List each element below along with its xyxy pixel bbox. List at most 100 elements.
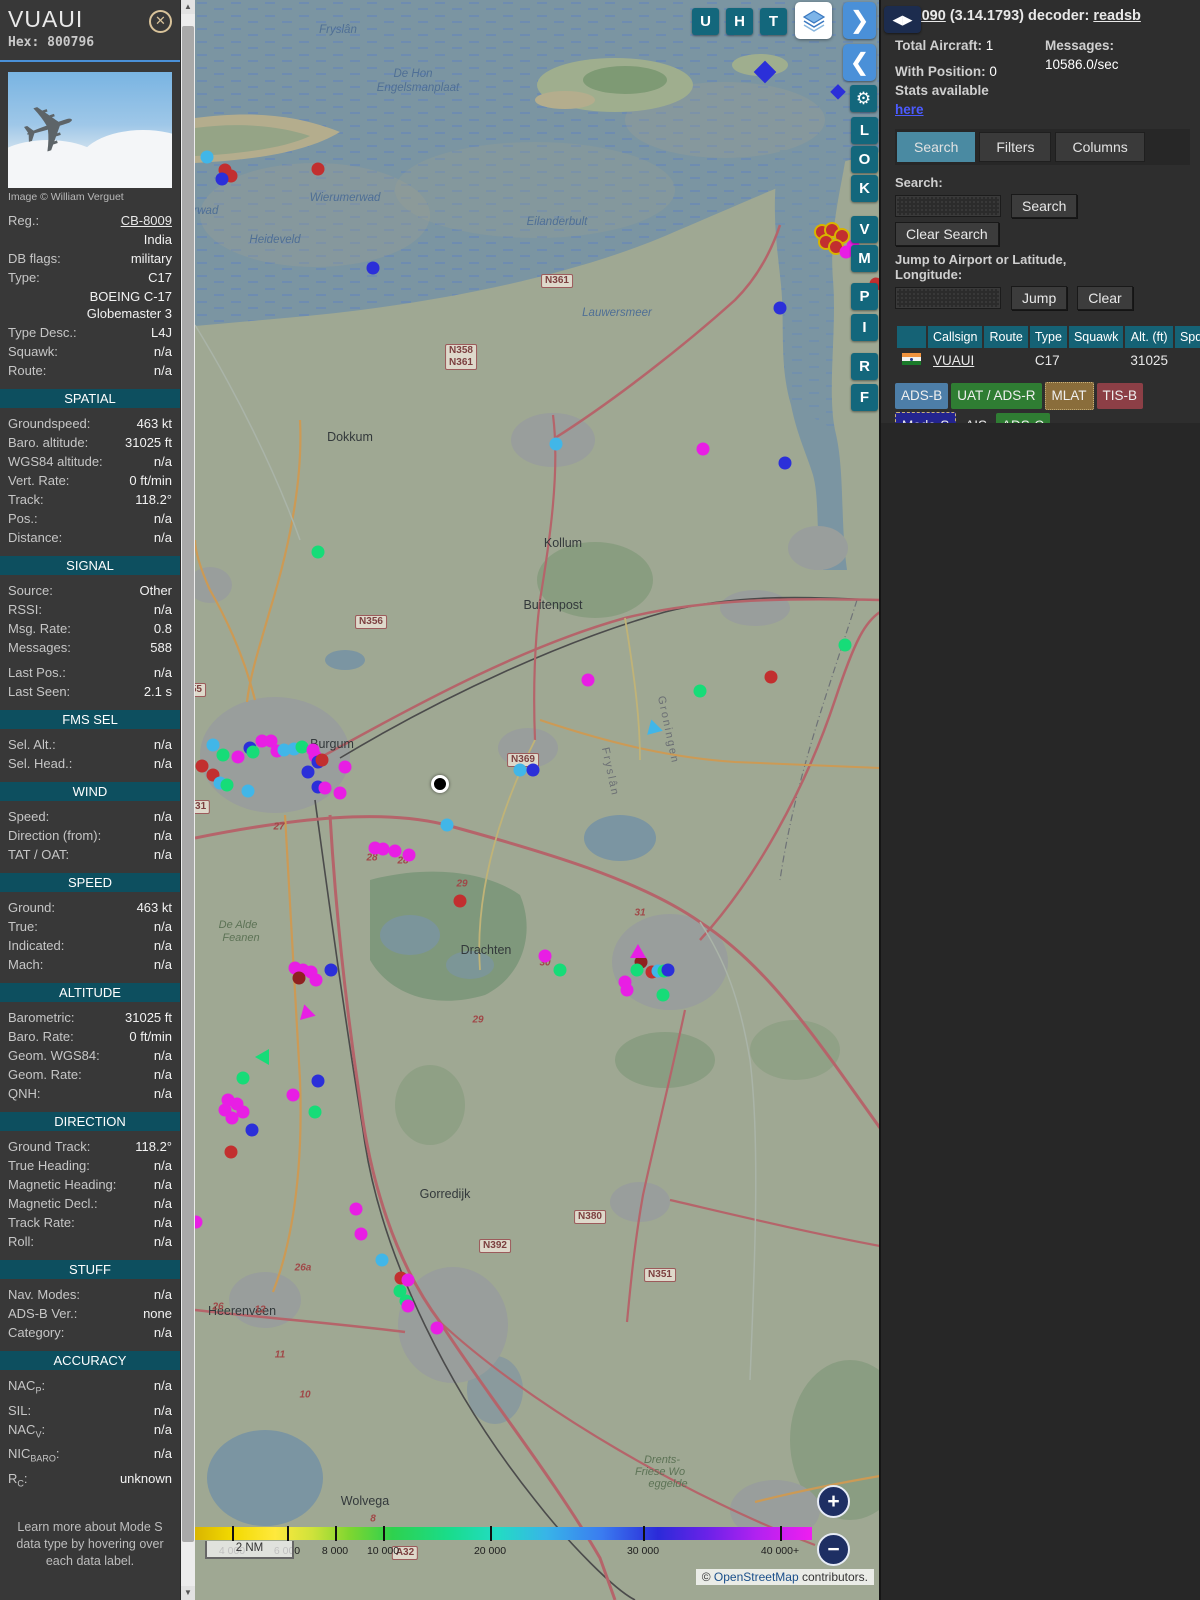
panel-expand-button[interactable]: ❯ <box>843 2 876 39</box>
aircraft-dot[interactable] <box>216 748 230 762</box>
aircraft-dot[interactable] <box>333 786 347 800</box>
map-button-K[interactable]: K <box>851 175 878 202</box>
aircraft-dot[interactable] <box>324 963 338 977</box>
aircraft-dot[interactable] <box>354 1227 368 1241</box>
settings-button[interactable]: ⚙ <box>850 85 877 112</box>
aircraft-dot[interactable] <box>315 753 329 767</box>
aircraft-dot[interactable] <box>778 456 792 470</box>
stats-here-link[interactable]: here <box>895 102 924 117</box>
aircraft-dot[interactable] <box>696 442 710 456</box>
registration-link[interactable]: CB-8009 <box>45 212 172 229</box>
search-input[interactable] <box>895 195 1001 217</box>
tab-columns[interactable]: Columns <box>1055 132 1145 162</box>
decoder-link[interactable]: readsb <box>1093 8 1141 24</box>
aircraft-dot[interactable] <box>215 172 229 186</box>
aircraft-dot[interactable] <box>241 784 255 798</box>
aircraft-dot[interactable] <box>513 763 527 777</box>
aircraft-dot[interactable] <box>402 848 416 862</box>
tab-filters[interactable]: Filters <box>979 132 1052 162</box>
source-badge-uatadsr[interactable]: UAT / ADS-R <box>951 383 1042 409</box>
table-column-header[interactable]: Route <box>984 326 1028 348</box>
aircraft-dot[interactable] <box>311 1074 325 1088</box>
aircraft-dot[interactable] <box>376 842 390 856</box>
table-column-header[interactable]: Callsign <box>928 326 983 348</box>
aircraft-dot[interactable] <box>440 818 454 832</box>
map-button-U[interactable]: U <box>692 8 719 35</box>
aircraft-dot[interactable] <box>630 963 644 977</box>
scrollbar-thumb[interactable] <box>182 26 194 1542</box>
scroll-down-icon[interactable]: ▼ <box>181 1586 195 1600</box>
aircraft-dot[interactable] <box>308 1105 322 1119</box>
aircraft-dot[interactable] <box>200 150 214 164</box>
aircraft-dot[interactable] <box>553 963 567 977</box>
map-button-I[interactable]: I <box>851 314 878 341</box>
aircraft-dot[interactable] <box>245 1123 259 1137</box>
openstreetmap-link[interactable]: OpenStreetMap <box>714 1570 799 1584</box>
zoom-in-button[interactable]: + <box>817 1485 850 1518</box>
source-badge-tisb[interactable]: TIS-B <box>1096 383 1144 409</box>
sidebar-scrollbar[interactable]: ▲ ▼ <box>181 0 195 1600</box>
aircraft-dot[interactable] <box>375 1253 389 1267</box>
aircraft-dot[interactable] <box>220 778 234 792</box>
aircraft-dot[interactable] <box>318 781 332 795</box>
map-button-R[interactable]: R <box>851 353 878 380</box>
map-button-F[interactable]: F <box>851 384 878 411</box>
aircraft-dot[interactable] <box>661 963 675 977</box>
jump-input[interactable] <box>895 287 1001 309</box>
aircraft-dot[interactable] <box>225 1111 239 1125</box>
table-column-header[interactable]: Squawk <box>1068 326 1124 348</box>
zoom-out-button[interactable]: − <box>817 1533 850 1566</box>
aircraft-dot[interactable] <box>773 301 787 315</box>
panel-width-toggle[interactable]: ◀▶ <box>884 6 921 33</box>
aircraft-dot[interactable] <box>538 949 552 963</box>
table-column-header[interactable]: Type <box>1029 326 1067 348</box>
aircraft-dot[interactable] <box>581 673 595 687</box>
clear-search-button[interactable]: Clear Search <box>895 222 999 246</box>
map-button-P[interactable]: P <box>851 283 878 310</box>
table-column-header[interactable]: Spd. <box>1174 326 1200 348</box>
map-button-O[interactable]: O <box>851 146 878 173</box>
map-button-T[interactable]: T <box>760 8 787 35</box>
aircraft-dot[interactable] <box>301 765 315 779</box>
aircraft-dot[interactable] <box>311 545 325 559</box>
aircraft-dot[interactable] <box>246 745 260 759</box>
aircraft-dot[interactable] <box>366 261 380 275</box>
table-row[interactable]: VUAUI C17 31025 <box>897 350 1200 371</box>
jump-button[interactable]: Jump <box>1011 286 1068 310</box>
aircraft-dot[interactable] <box>620 983 634 997</box>
close-icon[interactable]: ✕ <box>149 10 172 33</box>
aircraft-dot[interactable] <box>656 988 670 1002</box>
aircraft-dot[interactable] <box>764 670 778 684</box>
jump-clear-button[interactable]: Clear <box>1077 286 1133 310</box>
aircraft-dot[interactable] <box>236 1071 250 1085</box>
aircraft-dot[interactable] <box>309 973 323 987</box>
aircraft-dot[interactable] <box>388 844 402 858</box>
source-badge-mlat[interactable]: MLAT <box>1044 382 1094 410</box>
map[interactable]: FryslânDe HonEngelsmanplaatWierumerwadAm… <box>195 0 880 1600</box>
selected-aircraft-dot[interactable] <box>431 775 449 793</box>
map-button-H[interactable]: H <box>726 8 753 35</box>
search-button[interactable]: Search <box>1011 194 1078 218</box>
aircraft-dot[interactable] <box>224 1145 238 1159</box>
aircraft-dot[interactable] <box>231 750 245 764</box>
aircraft-dot[interactable] <box>430 1321 444 1335</box>
aircraft-dot[interactable] <box>549 437 563 451</box>
aircraft-dot[interactable] <box>311 162 325 176</box>
aircraft-dot[interactable] <box>838 638 852 652</box>
aircraft-dot[interactable] <box>286 1088 300 1102</box>
scroll-up-icon[interactable]: ▲ <box>181 0 195 14</box>
map-button-M[interactable]: M <box>851 245 878 272</box>
aircraft-dot[interactable] <box>349 1202 363 1216</box>
layers-button[interactable] <box>795 2 832 39</box>
aircraft-dot[interactable] <box>338 760 352 774</box>
callsign-cell[interactable]: VUAUI <box>928 350 982 371</box>
panel-collapse-button[interactable]: ❮ <box>843 44 876 81</box>
aircraft-dot[interactable] <box>453 894 467 908</box>
tab-search[interactable]: Search <box>897 132 976 162</box>
table-column-header[interactable]: Alt. (ft) <box>1125 326 1173 348</box>
aircraft-dot[interactable] <box>292 971 306 985</box>
aircraft-dot[interactable] <box>401 1299 415 1313</box>
source-badge-adsb[interactable]: ADS-B <box>895 383 949 409</box>
aircraft-dot[interactable] <box>526 763 540 777</box>
table-column-header[interactable] <box>897 326 926 348</box>
